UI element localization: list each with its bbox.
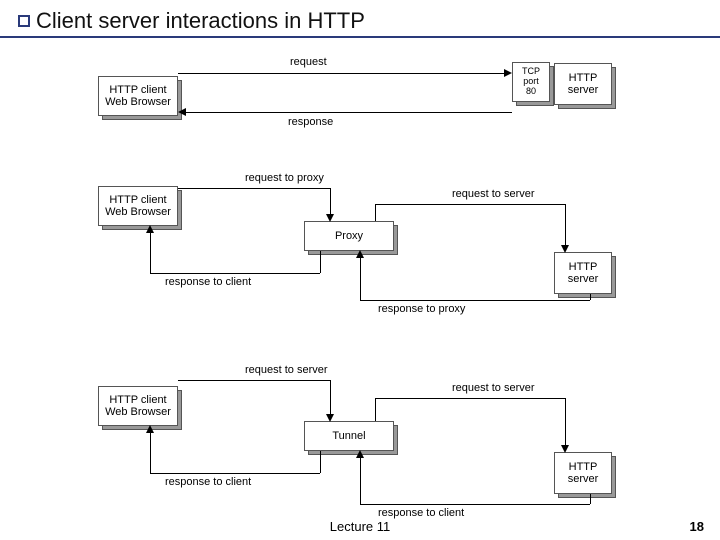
d2-resp-client-v2 (150, 233, 151, 273)
d2-req-proxy-arrow-icon (326, 214, 334, 222)
d3-resp1-v (360, 458, 361, 504)
d2-resp-proxy-h (360, 300, 590, 301)
d2-client-box: HTTP client Web Browser (98, 186, 178, 226)
d3-resp1-label: response to client (378, 507, 464, 519)
d1-client-box: HTTP client Web Browser (98, 76, 178, 116)
d3-resp2-h (150, 473, 320, 474)
d2-req-proxy-h (178, 188, 330, 189)
d2-req-server-h (375, 204, 565, 205)
d2-resp-client-h (150, 273, 320, 274)
d3-resp2-arrow-icon (146, 425, 154, 433)
d2-resp-client-label: response to client (165, 276, 251, 288)
d2-proxy-box: Proxy (304, 221, 394, 251)
d1-port-box: TCP port 80 (512, 62, 550, 102)
d2-resp-client-v1 (320, 251, 321, 273)
d2-req-server-label: request to server (452, 188, 535, 200)
d3-resp1-arrow-icon (356, 450, 364, 458)
d2-resp-proxy-arrow-icon (356, 250, 364, 258)
slide-title: Client server interactions in HTTP (36, 8, 365, 34)
bullet-icon (18, 15, 30, 27)
d2-req-proxy-label: request to proxy (245, 172, 324, 184)
d1-response-label: response (288, 116, 333, 128)
d2-resp-proxy-label: response to proxy (378, 303, 465, 315)
d2-server-box: HTTP server (554, 252, 612, 294)
d3-req2-arrow-icon (561, 445, 569, 453)
footer-page: 18 (690, 519, 704, 534)
d2-resp-client-arrow-icon (146, 225, 154, 233)
d3-req2-v2 (565, 398, 566, 445)
d3-resp2-label: response to client (165, 476, 251, 488)
d3-server-box: HTTP server (554, 452, 612, 494)
diagram-area: HTTP client Web Browser TCP port 80 HTTP… (0, 48, 720, 514)
d3-req2-v1 (375, 398, 376, 421)
d3-tunnel-box: Tunnel (304, 421, 394, 451)
d2-req-server-v2 (565, 204, 566, 245)
footer-lecture: Lecture 11 (330, 519, 390, 534)
d3-resp2-v1 (320, 451, 321, 473)
d2-req-server-arrow-icon (561, 245, 569, 253)
d1-request-arrow-icon (504, 69, 512, 77)
title-bar: Client server interactions in HTTP (18, 8, 365, 34)
title-underline (0, 36, 720, 38)
d1-request-line (178, 73, 504, 74)
d3-req2-label: request to server (452, 382, 535, 394)
d3-req1-v (330, 380, 331, 414)
d2-req-proxy-v (330, 188, 331, 214)
d3-req1-label: request to server (245, 364, 328, 376)
d3-client-box: HTTP client Web Browser (98, 386, 178, 426)
d2-resp-proxy-v (360, 258, 361, 300)
d2-resp-proxy-v0 (590, 294, 591, 300)
d3-req1-h (178, 380, 330, 381)
d3-req1-arrow-icon (326, 414, 334, 422)
d1-request-label: request (290, 56, 327, 68)
d3-resp1-v0 (590, 494, 591, 504)
d1-response-arrow-icon (178, 108, 186, 116)
d1-server-box: HTTP server (554, 63, 612, 105)
d3-req2-h (375, 398, 565, 399)
d3-resp1-h (360, 504, 590, 505)
d1-response-line (186, 112, 512, 113)
d2-req-server-v1 (375, 204, 376, 221)
d3-resp2-v2 (150, 433, 151, 473)
